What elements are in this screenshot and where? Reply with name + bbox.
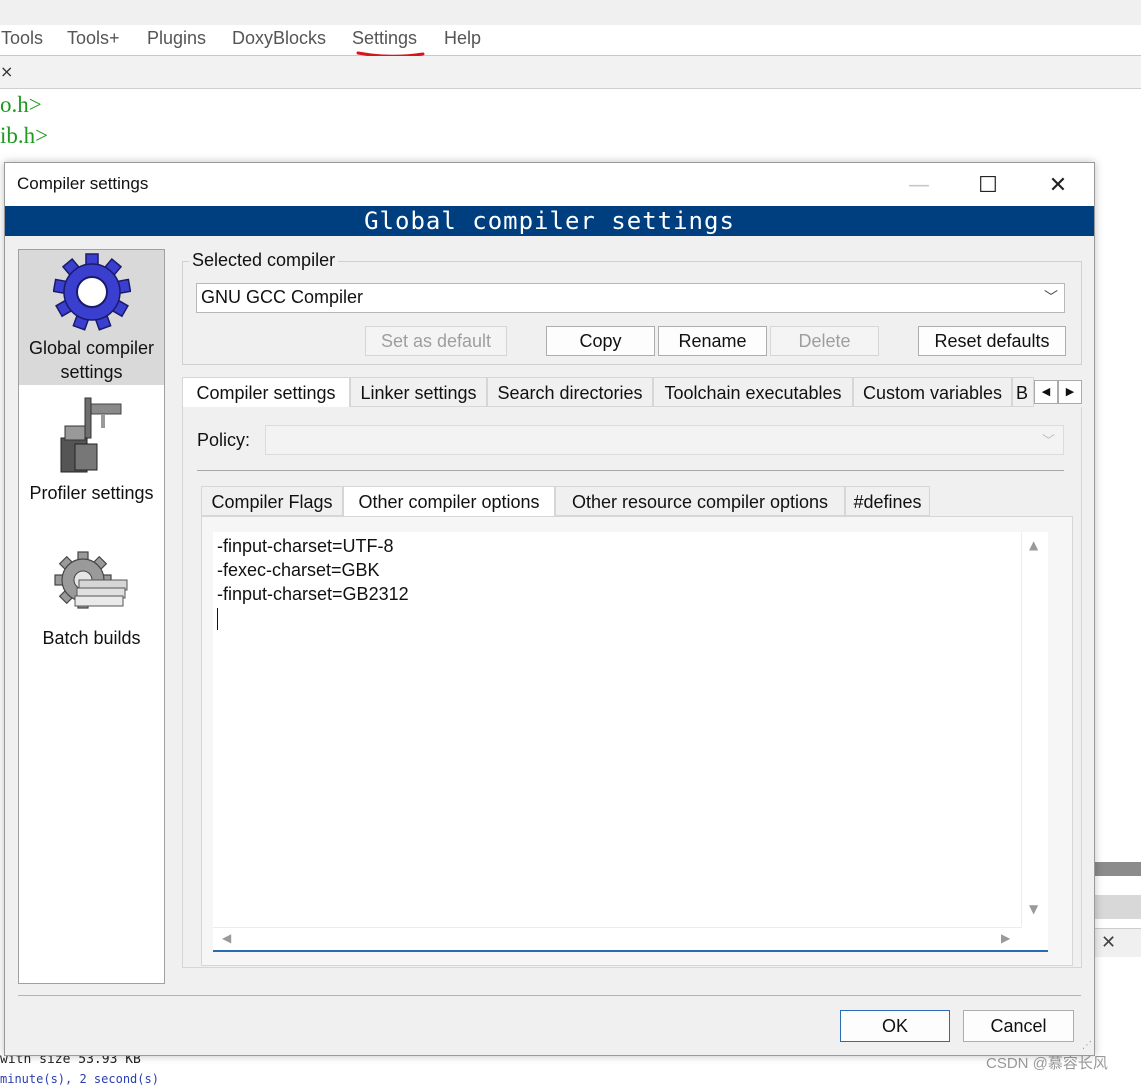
cancel-button[interactable]: Cancel [963,1010,1074,1042]
background-panel-bar [1094,895,1141,919]
ok-button[interactable]: OK [840,1010,950,1042]
menu-doxyblocks[interactable]: DoxyBlocks [232,28,326,49]
menu-settings[interactable]: Settings [352,28,417,49]
divider [197,470,1064,471]
nav-label: Global compiler [28,338,155,358]
option-line: -finput-charset=UTF-8 [217,536,394,556]
settings-nav: Global compiler settings Profiler settin… [18,249,165,984]
selected-compiler-label: Selected compiler [189,250,339,271]
policy-select[interactable]: ﹀ [265,425,1064,455]
compiler-select[interactable]: GNU GCC Compiler ﹀ [196,283,1065,313]
tab-custom-variables[interactable]: Custom variables [853,377,1012,407]
build-log-line: minute(s), 2 second(s) [0,1072,159,1086]
background-log-header: ✕ [1094,928,1141,957]
menu-tools-plus[interactable]: Tools+ [67,28,120,49]
chevron-down-icon: ﹀ [1041,434,1055,449]
settings-tabs: Compiler settings Linker settings Search… [182,377,1082,408]
tab-search-directories[interactable]: Search directories [487,377,653,407]
tab-compiler-flags[interactable]: Compiler Flags [201,486,343,516]
scroll-right-icon[interactable]: ▶ [1001,931,1010,945]
tab-other-resource-compiler-options[interactable]: Other resource compiler options [555,486,845,516]
dialog-banner: Global compiler settings [5,206,1094,236]
menu-help[interactable]: Help [444,28,481,49]
menu-bar: Tools Tools+ Plugins DoxyBlocks Settings… [0,25,1141,56]
code-line: o.h> [0,92,42,117]
text-caret [217,608,218,630]
resize-grip-icon[interactable]: ⋰ [1082,1040,1092,1051]
dialog-title: Compiler settings [17,174,149,193]
tab-scroll-right-icon[interactable]: ▶ [1058,380,1082,404]
caliper-icon [60,397,122,473]
option-line: -fexec-charset=GBK [217,560,380,580]
batch-gear-icon [54,551,128,609]
reset-defaults-button[interactable]: Reset defaults [918,326,1066,356]
copy-button[interactable]: Copy [546,326,655,356]
close-panel-icon[interactable]: ✕ [1101,932,1116,953]
close-tab-icon[interactable]: × [0,62,13,81]
nav-label: Profiler settings [29,483,154,503]
editor-tab-bar [0,56,1141,89]
option-line: -finput-charset=GB2312 [217,584,409,604]
scroll-left-icon[interactable]: ◀ [222,931,231,945]
set-as-default-button[interactable]: Set as default [365,326,507,356]
other-options-textarea[interactable]: -finput-charset=UTF-8 -fexec-charset=GBK… [213,532,1048,952]
nav-label: settings [60,362,123,382]
window-top-strip [0,0,1141,25]
maximize-icon[interactable]: ☐ [965,169,1011,201]
compiler-subtabs: Compiler Flags Other compiler options Ot… [201,486,1071,517]
scroll-down-icon[interactable]: ▼ [1029,902,1038,916]
policy-label: Policy: [197,430,251,450]
horizontal-scrollbar[interactable]: ◀ ▶ [213,927,1022,950]
divider [18,995,1081,996]
rename-button[interactable]: Rename [658,326,767,356]
tab-build-options-partial[interactable]: B [1012,377,1034,407]
tab-toolchain-executables[interactable]: Toolchain executables [653,377,853,407]
menu-tools[interactable]: Tools [1,28,43,49]
tab-compiler-settings[interactable]: Compiler settings [182,377,350,408]
code-line: ib.h> [0,123,49,148]
dialog-titlebar: Compiler settings — ☐ ✕ [5,163,1094,206]
compiler-settings-dialog: Compiler settings — ☐ ✕ Global compiler … [4,162,1095,1056]
nav-item-batch-builds[interactable]: Batch builds [19,540,164,660]
nav-label: Batch builds [42,628,141,648]
background-panel-bar [1094,862,1141,876]
menu-plugins[interactable]: Plugins [147,28,206,49]
minimize-icon[interactable]: — [896,169,942,201]
nav-item-global-compiler[interactable]: Global compiler settings [19,250,164,385]
nav-item-profiler[interactable]: Profiler settings [19,390,164,520]
scroll-up-icon[interactable]: ▲ [1029,538,1038,552]
chevron-down-icon: ﹀ [1044,290,1058,306]
compiler-select-value: GNU GCC Compiler [201,287,364,307]
tab-linker-settings[interactable]: Linker settings [350,377,487,407]
close-icon[interactable]: ✕ [1035,169,1081,201]
tab-defines[interactable]: #defines [845,486,930,516]
gear-icon [53,253,131,331]
tab-scroll-left-icon[interactable]: ◀ [1034,380,1058,404]
delete-button[interactable]: Delete [770,326,879,356]
vertical-scrollbar[interactable]: ▲ ▼ [1021,532,1048,926]
